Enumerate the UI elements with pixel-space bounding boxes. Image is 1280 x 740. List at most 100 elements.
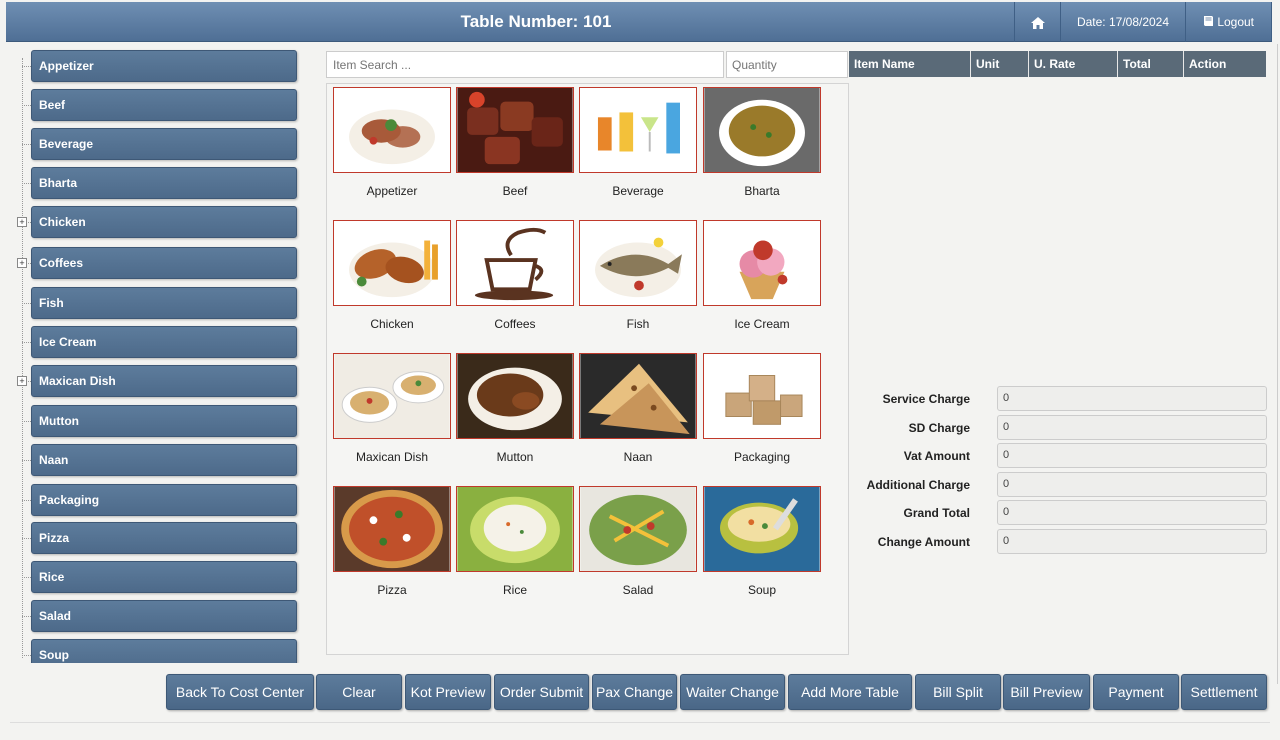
add-more-table-button[interactable]: Add More Table: [788, 674, 912, 710]
beef-photo: [457, 88, 573, 172]
category-image[interactable]: [333, 87, 451, 173]
ice-cream-photo: [704, 221, 820, 305]
expand-plus-icon[interactable]: +: [17, 258, 27, 268]
category-image[interactable]: [456, 220, 574, 306]
date-display: Date: 17/08/2024: [1060, 2, 1185, 42]
order-submit-button[interactable]: Order Submit: [494, 674, 589, 710]
category-image[interactable]: [579, 220, 697, 306]
category-tile-salad[interactable]: Salad: [579, 486, 697, 601]
sidebar-item-ice-cream[interactable]: Ice Cream: [31, 326, 297, 358]
naan-photo: [580, 354, 696, 438]
charge-value-field[interactable]: 0: [997, 529, 1267, 554]
charge-row: Change Amount 0: [850, 529, 1267, 554]
sidebar-item-beverage[interactable]: Beverage: [31, 128, 297, 160]
category-tile-soup[interactable]: Soup: [703, 486, 821, 601]
category-tile-mutton[interactable]: Mutton: [456, 353, 574, 468]
category-tile-fish[interactable]: Fish: [579, 220, 697, 335]
packaging-photo: [704, 354, 820, 438]
sidebar-item-soup[interactable]: Soup: [31, 639, 297, 663]
tree-connector: [22, 58, 23, 658]
charge-value-field[interactable]: 0: [997, 386, 1267, 411]
category-image[interactable]: [333, 220, 451, 306]
sidebar-item-salad[interactable]: Salad: [31, 600, 297, 632]
category-tile-bharta[interactable]: Bharta: [703, 87, 821, 202]
category-tile-chicken[interactable]: Chicken: [333, 220, 451, 335]
category-label: Appetizer: [366, 184, 418, 198]
charge-value-field[interactable]: 0: [997, 443, 1267, 469]
category-tile-ice-cream[interactable]: Ice Cream: [703, 220, 821, 335]
bill-preview-button[interactable]: Bill Preview: [1003, 674, 1090, 710]
charge-row: SD Charge 0: [850, 414, 1267, 440]
right-divider: [1277, 44, 1278, 684]
category-tile-appetizer[interactable]: Appetizer: [333, 87, 451, 202]
order-table-header: Item Name Unit U. Rate Total Action: [849, 51, 1266, 77]
category-label: Salad: [622, 583, 654, 597]
category-label: Ice Cream: [734, 317, 790, 331]
sidebar-item-beef[interactable]: Beef: [31, 89, 297, 121]
category-label: Maxican Dish: [355, 450, 429, 464]
item-search-input[interactable]: [326, 51, 724, 78]
logout-button[interactable]: Logout: [1185, 2, 1272, 42]
category-tile-maxican-dish[interactable]: Maxican Dish: [333, 353, 451, 468]
col-total: Total: [1118, 51, 1184, 77]
category-image[interactable]: [703, 353, 821, 439]
category-tile-rice[interactable]: Rice: [456, 486, 574, 601]
pax-change-button[interactable]: Pax Change: [592, 674, 677, 710]
category-tile-beef[interactable]: Beef: [456, 87, 574, 202]
charge-row: Grand Total 0: [850, 500, 1267, 526]
sidebar-item-coffees[interactable]: Coffees: [31, 247, 297, 279]
charge-row: Vat Amount 0: [850, 443, 1267, 469]
category-image[interactable]: [703, 220, 821, 306]
category-label: Packaging: [733, 450, 791, 464]
category-tile-packaging[interactable]: Packaging: [703, 353, 821, 468]
charge-row: Additional Charge 0: [850, 471, 1267, 497]
col-action: Action: [1189, 57, 1227, 71]
bill-split-button[interactable]: Bill Split: [915, 674, 1001, 710]
sidebar-item-maxican-dish[interactable]: Maxican Dish: [31, 365, 297, 397]
page-title: Table Number: 101: [460, 12, 612, 31]
category-tile-pizza[interactable]: Pizza: [333, 486, 451, 601]
expand-plus-icon[interactable]: +: [17, 376, 27, 386]
sidebar-item-appetizer[interactable]: Appetizer: [31, 50, 297, 82]
charge-value-field[interactable]: 0: [997, 500, 1267, 526]
category-image[interactable]: [579, 87, 697, 173]
mutton-photo: [457, 354, 573, 438]
settlement-button[interactable]: Settlement: [1181, 674, 1267, 710]
category-tile-coffees[interactable]: Coffees: [456, 220, 574, 335]
expand-plus-icon[interactable]: +: [17, 217, 27, 227]
category-image[interactable]: [703, 486, 821, 572]
sidebar-item-bharta[interactable]: Bharta: [31, 167, 297, 199]
category-label: Soup: [747, 583, 777, 597]
back-to-cost-center-button[interactable]: Back To Cost Center: [166, 674, 314, 710]
category-image[interactable]: [703, 87, 821, 173]
sidebar-item-naan[interactable]: Naan: [31, 444, 297, 476]
kot-preview-button[interactable]: Kot Preview: [405, 674, 491, 710]
clear-button[interactable]: Clear: [316, 674, 402, 710]
charge-label: SD Charge: [908, 420, 970, 435]
sidebar-item-chicken[interactable]: Chicken: [31, 206, 297, 238]
tree-tick: [22, 577, 31, 578]
payment-button[interactable]: Payment: [1093, 674, 1179, 710]
sidebar-item-pizza[interactable]: Pizza: [31, 522, 297, 554]
category-image[interactable]: [579, 486, 697, 572]
sidebar-item-packaging[interactable]: Packaging: [31, 484, 297, 516]
pizza-photo: [334, 487, 450, 571]
sidebar-item-mutton[interactable]: Mutton: [31, 405, 297, 437]
category-image[interactable]: [333, 353, 451, 439]
appetizer-photo: [334, 88, 450, 172]
category-tile-naan[interactable]: Naan: [579, 353, 697, 468]
sidebar-item-rice[interactable]: Rice: [31, 561, 297, 593]
sidebar-item-fish[interactable]: Fish: [31, 287, 297, 319]
category-tile-beverage[interactable]: Beverage: [579, 87, 697, 202]
category-image[interactable]: [579, 353, 697, 439]
charge-value-field[interactable]: 0: [997, 471, 1267, 497]
category-image[interactable]: [456, 486, 574, 572]
charge-value-field[interactable]: 0: [997, 414, 1267, 440]
category-image[interactable]: [333, 486, 451, 572]
home-button[interactable]: [1014, 2, 1060, 42]
tree-tick: [22, 183, 31, 184]
quantity-input[interactable]: [726, 51, 848, 78]
waiter-change-button[interactable]: Waiter Change: [680, 674, 785, 710]
category-image[interactable]: [456, 353, 574, 439]
category-image[interactable]: [456, 87, 574, 173]
